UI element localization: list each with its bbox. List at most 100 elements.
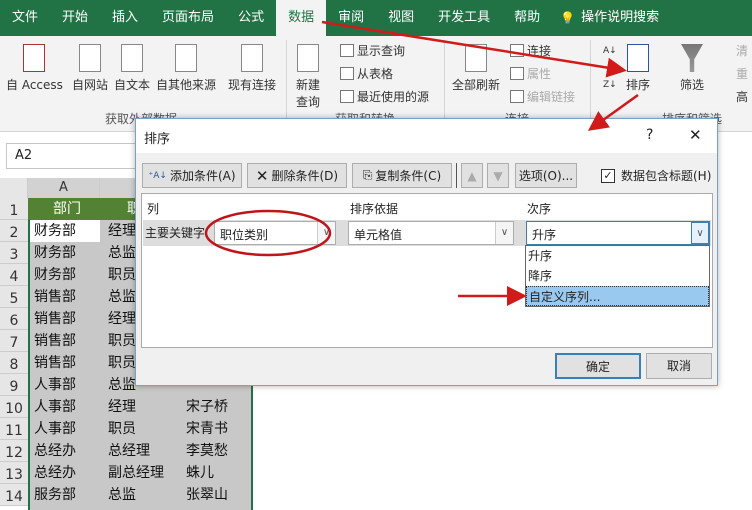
cancel-button[interactable]: 取消 (646, 353, 712, 379)
recent-sources-button[interactable]: 最近使用的源 (340, 88, 429, 105)
new-query-button[interactable]: 新建 查询 (296, 44, 320, 110)
cell[interactable]: 销售部 (30, 308, 76, 330)
row-header[interactable]: 5 (0, 286, 28, 308)
cell[interactable]: 宋青书 (182, 418, 228, 440)
row-header[interactable]: 12 (0, 440, 28, 462)
cell[interactable]: 李莫愁 (182, 440, 228, 462)
sort-button[interactable]: 排序 (626, 44, 650, 93)
row-header[interactable]: 2 (0, 220, 28, 242)
cell[interactable]: 职员 (104, 264, 136, 286)
help-button[interactable]: ? (646, 127, 653, 143)
tell-me-search[interactable]: 操作说明搜索 (575, 0, 671, 36)
cell[interactable]: 总经理 (104, 440, 150, 462)
row-header[interactable]: 6 (0, 308, 28, 330)
dialog-title: 排序 (144, 132, 171, 147)
row-header[interactable]: 8 (0, 352, 28, 374)
option-descending[interactable]: 降序 (526, 266, 709, 286)
cell[interactable]: 总经办 (30, 462, 76, 484)
connections-button[interactable]: 连接 (510, 42, 551, 59)
dialog-title-bar: 排序 ? ✕ (136, 119, 717, 153)
row-header[interactable]: 13 (0, 462, 28, 484)
cell[interactable]: 财务部 (30, 242, 76, 264)
cell[interactable]: 总监 (104, 484, 136, 506)
cell[interactable]: 销售部 (30, 286, 76, 308)
column-header-a[interactable]: A (28, 178, 100, 198)
cell[interactable]: 副总经理 (104, 462, 164, 484)
cell[interactable]: 销售部 (30, 330, 76, 352)
edit-links-button[interactable]: 编辑链接 (510, 88, 575, 105)
cell[interactable]: 经理 (104, 308, 136, 330)
option-ascending[interactable]: 升序 (526, 246, 709, 266)
sort-z-a-button[interactable]: Z↓ (603, 80, 617, 90)
row-header[interactable]: 14 (0, 484, 28, 506)
cell[interactable]: 经理 (104, 396, 136, 418)
refresh-all-button[interactable]: 全部刷新 (452, 44, 500, 93)
cell[interactable]: 职员 (104, 352, 136, 374)
tab-data[interactable]: 数据 (276, 0, 327, 36)
sort-column-select[interactable]: 职位类别 ∨ (214, 221, 336, 245)
cell[interactable]: 财务部 (30, 220, 76, 242)
show-queries-button[interactable]: 显示查询 (340, 42, 405, 59)
cell[interactable]: 财务部 (30, 264, 76, 286)
tab-view[interactable]: 视图 (376, 0, 426, 36)
cell[interactable]: 职员 (104, 330, 136, 352)
has-header-checkbox[interactable]: ✓ 数据包含标题(H) (601, 167, 711, 184)
from-web-button[interactable]: 自网站 (72, 44, 108, 93)
sort-a-z-button[interactable]: A↓ (603, 46, 617, 56)
header-cell[interactable]: 部门 (30, 198, 100, 220)
tab-help[interactable]: 帮助 (502, 0, 552, 36)
tab-file[interactable]: 文件 (0, 0, 50, 36)
cell[interactable]: 总监 (104, 286, 136, 308)
cell[interactable]: 人事部 (30, 396, 76, 418)
add-sort-icon: ⁺A↓ (148, 170, 167, 181)
option-custom-list[interactable]: 自定义序列... (526, 286, 709, 306)
add-level-button[interactable]: ⁺A↓ 添加条件(A) (142, 163, 242, 188)
row-header[interactable]: 3 (0, 242, 28, 264)
properties-button[interactable]: 属性 (510, 65, 551, 82)
advanced-button[interactable]: 高 (720, 88, 748, 105)
cell[interactable]: 人事部 (30, 418, 76, 440)
from-access-button[interactable]: 自 Access (6, 44, 63, 93)
close-button[interactable]: ✕ (689, 126, 702, 144)
row-header[interactable]: 9 (0, 374, 28, 396)
tab-review[interactable]: 审阅 (326, 0, 376, 36)
row-header[interactable]: 10 (0, 396, 28, 418)
tab-formulas[interactable]: 公式 (226, 0, 276, 36)
row-header[interactable]: 1 (0, 198, 28, 220)
name-box[interactable]: A2 (6, 143, 136, 169)
delete-level-button[interactable]: ✕ 删除条件(D) (247, 163, 347, 188)
cell[interactable]: 总经办 (30, 440, 76, 462)
cell[interactable]: 张翠山 (182, 484, 228, 506)
copy-level-button[interactable]: ⎘ 复制条件(C) (352, 163, 452, 188)
sort-on-select[interactable]: 单元格值 ∨ (348, 221, 514, 245)
cell[interactable]: 蛛儿 (182, 462, 214, 484)
from-table-button[interactable]: 从表格 (340, 65, 393, 82)
cell[interactable]: 宋子桥 (182, 396, 228, 418)
move-up-button[interactable]: ▲ (461, 163, 483, 188)
from-text-button[interactable]: 自文本 (114, 44, 150, 93)
select-all-corner[interactable] (0, 178, 28, 198)
ok-button[interactable]: 确定 (555, 353, 641, 379)
existing-connections-button[interactable]: 现有连接 (228, 44, 276, 93)
row-header[interactable]: 4 (0, 264, 28, 286)
cell[interactable]: 服务部 (30, 484, 76, 506)
tab-developer[interactable]: 开发工具 (426, 0, 502, 36)
row-header[interactable]: 11 (0, 418, 28, 440)
order-select[interactable]: 升序 ∨ (526, 221, 710, 245)
cell[interactable]: 人事部 (30, 374, 76, 396)
reapply-button[interactable]: 重 (720, 65, 748, 82)
cell[interactable]: 总监 (104, 374, 136, 396)
options-button[interactable]: 选项(O)... (515, 163, 577, 188)
tab-insert[interactable]: 插入 (100, 0, 150, 36)
cell[interactable]: 销售部 (30, 352, 76, 374)
cell[interactable]: 经理 (104, 220, 136, 242)
filter-button[interactable]: 筛选 (680, 44, 704, 93)
cell[interactable]: 总监 (104, 242, 136, 264)
tab-home[interactable]: 开始 (50, 0, 100, 36)
cell[interactable]: 职员 (104, 418, 136, 440)
tab-page-layout[interactable]: 页面布局 (150, 0, 226, 36)
from-other-sources-button[interactable]: 自其他来源 (156, 44, 216, 93)
clear-button[interactable]: 清 (720, 42, 748, 59)
move-down-button[interactable]: ▼ (487, 163, 509, 188)
row-header[interactable]: 7 (0, 330, 28, 352)
